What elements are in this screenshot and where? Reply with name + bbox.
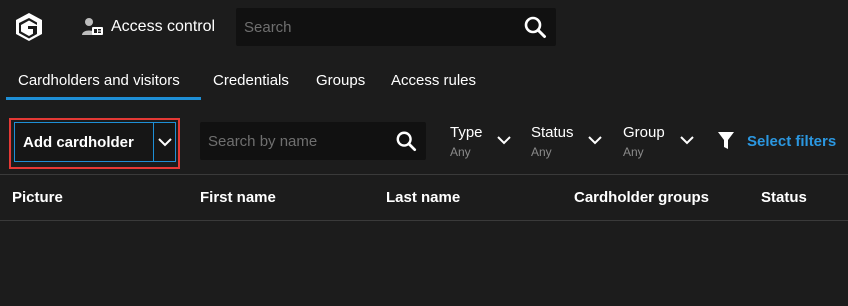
column-header-first-name[interactable]: First name: [200, 189, 276, 206]
global-search: [236, 8, 556, 46]
app-title: Access control: [111, 18, 216, 35]
add-cardholder-button[interactable]: Add cardholder: [15, 134, 153, 151]
filter-type[interactable]: Type Any: [450, 124, 520, 164]
toolbar: Add cardholder Type Any Status Any Group…: [0, 110, 848, 174]
active-tab-indicator: [6, 97, 201, 100]
tab-groups[interactable]: Groups: [316, 72, 365, 89]
filter-type-value: Any: [450, 145, 471, 159]
column-header-status[interactable]: Status: [761, 189, 807, 206]
global-search-input[interactable]: [236, 8, 514, 46]
chevron-down-icon: [157, 138, 172, 147]
chevron-down-icon: [497, 136, 511, 145]
filter-group-value: Any: [623, 145, 644, 159]
filter-status-value: Any: [531, 145, 552, 159]
filter-group-label: Group: [623, 124, 665, 141]
filter-status[interactable]: Status Any: [531, 124, 606, 164]
search-icon[interactable]: [523, 15, 547, 39]
tab-bar: Cardholders and visitors Credentials Gro…: [0, 58, 848, 102]
filter-type-label: Type: [450, 124, 483, 141]
add-cardholder-split-button: Add cardholder: [14, 122, 176, 162]
table-header: Picture First name Last name Cardholder …: [0, 174, 848, 221]
filter-funnel-icon: [718, 132, 734, 149]
column-header-last-name[interactable]: Last name: [386, 189, 460, 206]
top-bar: Access control: [0, 0, 848, 54]
filter-status-label: Status: [531, 124, 574, 141]
search-by-name-input[interactable]: [200, 122, 388, 160]
genetec-logo-icon[interactable]: [14, 12, 44, 42]
chevron-down-icon: [588, 136, 602, 145]
search-icon[interactable]: [395, 130, 417, 152]
cardholder-icon: [82, 18, 103, 35]
tab-cardholders-and-visitors[interactable]: Cardholders and visitors: [18, 72, 180, 89]
app-switcher[interactable]: Access control: [80, 14, 215, 40]
column-header-cardholder-groups[interactable]: Cardholder groups: [574, 189, 709, 206]
filter-group[interactable]: Group Any: [623, 124, 698, 164]
chevron-down-icon: [680, 136, 694, 145]
column-header-picture[interactable]: Picture: [12, 189, 63, 206]
tab-access-rules[interactable]: Access rules: [391, 72, 476, 89]
table-body: [0, 221, 848, 306]
tab-credentials[interactable]: Credentials: [213, 72, 289, 89]
name-search: [200, 122, 426, 160]
add-options-dropdown[interactable]: [154, 123, 175, 161]
select-filters-label: Select filters: [747, 132, 837, 150]
select-filters-link[interactable]: Select filters: [718, 132, 836, 150]
